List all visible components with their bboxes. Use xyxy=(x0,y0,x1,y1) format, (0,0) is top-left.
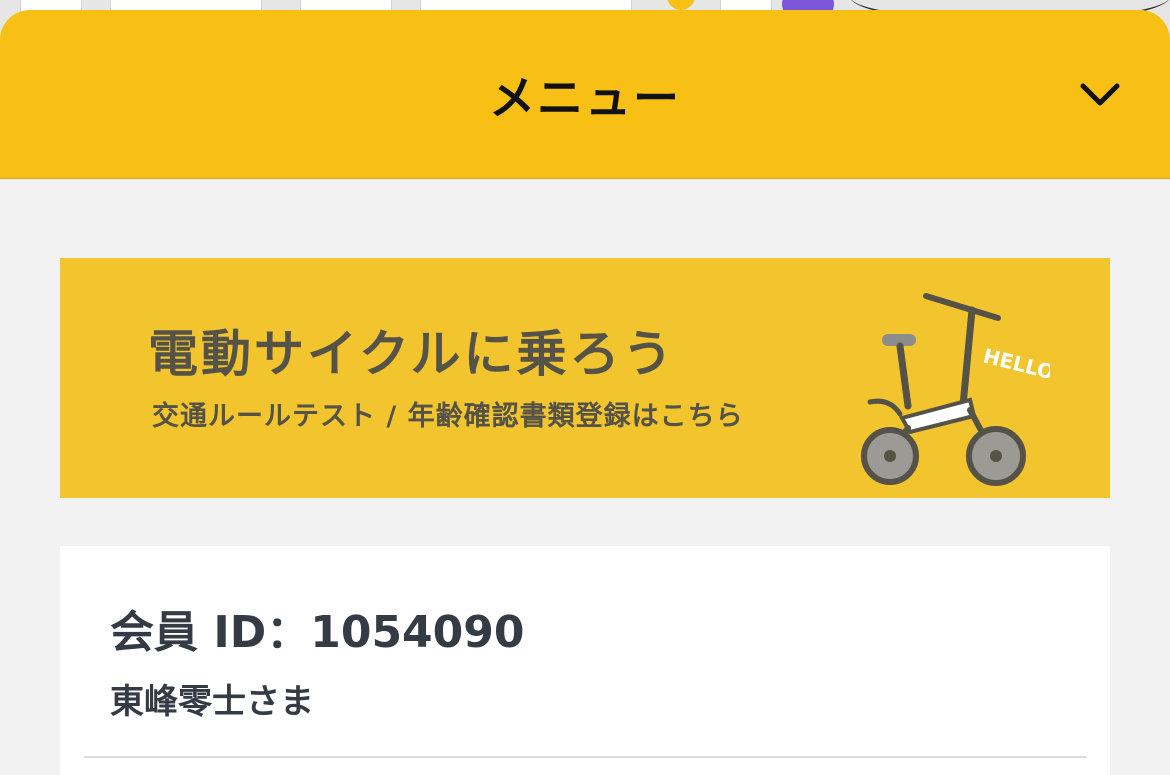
hello-text: HELLO! xyxy=(981,344,1050,387)
map-pin-icon xyxy=(667,0,695,10)
member-id: 会員 ID：1054090 xyxy=(110,607,525,658)
menu-header: メニュー xyxy=(0,10,1170,179)
chevron-down-icon[interactable] xyxy=(1080,76,1120,116)
divider xyxy=(84,756,1086,758)
member-name: 東峰零士さま xyxy=(110,682,314,722)
member-card: 会員 ID：1054090 東峰零士さま xyxy=(60,546,1110,775)
e-cycle-banner[interactable]: 電動サイクルに乗ろう 交通ルールテスト / 年齢確認書類登録はこちら HELLO… xyxy=(60,258,1110,498)
banner-title: 電動サイクルに乗ろう xyxy=(148,325,676,383)
banner-subtitle: 交通ルールテスト / 年齢確認書類登録はこちら xyxy=(152,401,744,432)
menu-title: メニュー xyxy=(489,71,681,125)
e-bike-illustration: HELLO! xyxy=(850,278,1065,488)
